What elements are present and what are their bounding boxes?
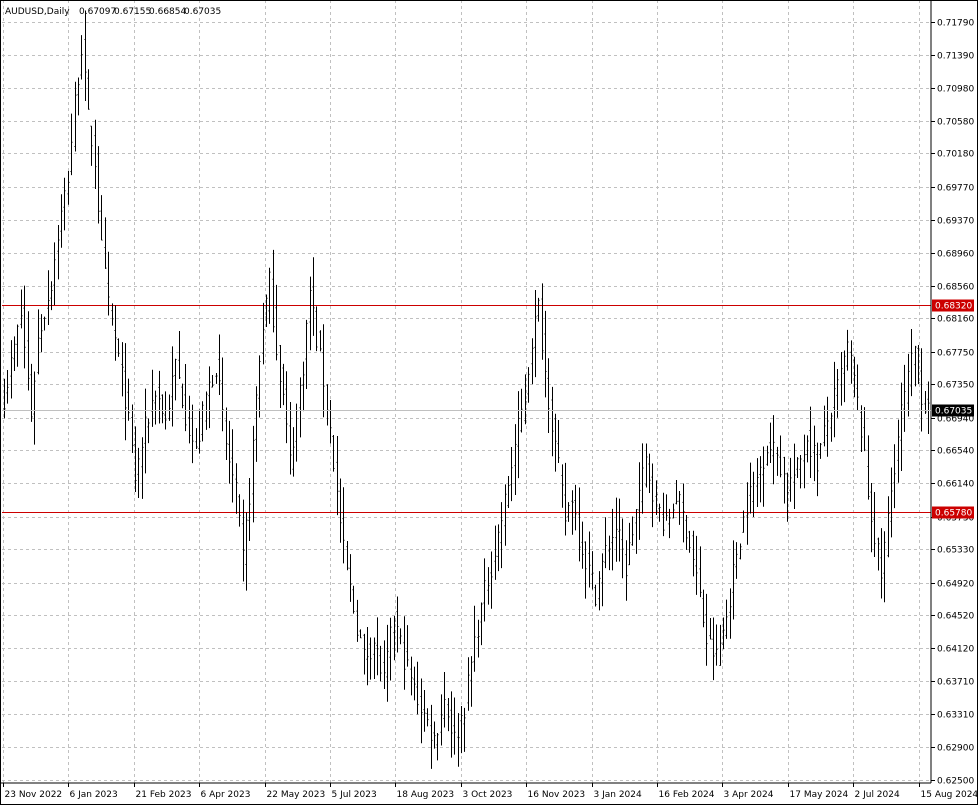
horizontal-line-label: 0.65780 bbox=[935, 509, 972, 519]
price-tick-label: 0.69770 bbox=[937, 184, 974, 194]
price-tick-label: 0.64120 bbox=[937, 645, 974, 655]
time-tick-label: 3 Jan 2024 bbox=[594, 790, 642, 800]
time-tick-label: 18 Aug 2023 bbox=[397, 790, 455, 800]
price-tick-label: 0.62500 bbox=[937, 777, 974, 787]
price-tick-label: 0.63310 bbox=[937, 711, 974, 721]
time-tick-label: 17 May 2024 bbox=[790, 790, 849, 800]
price-tick-label: 0.66540 bbox=[937, 447, 974, 457]
price-tick-label: 0.71390 bbox=[937, 52, 974, 62]
time-tick-label: 15 Aug 2024 bbox=[921, 790, 978, 800]
last-price-value: 0.67035 bbox=[935, 407, 972, 417]
time-tick-label: 16 Nov 2023 bbox=[528, 790, 586, 800]
time-tick-label: 22 May 2023 bbox=[267, 790, 326, 800]
time-tick-label: 16 Feb 2024 bbox=[659, 790, 715, 800]
horizontal-line-label: 0.68320 bbox=[935, 302, 972, 312]
price-tick-label: 0.65330 bbox=[937, 546, 974, 556]
symbol-label: AUDUSD,Daily bbox=[5, 7, 70, 17]
price-tick-label: 0.68160 bbox=[937, 315, 974, 325]
price-tick-label: 0.68960 bbox=[937, 250, 974, 260]
price-tick-label: 0.69370 bbox=[937, 217, 974, 227]
price-tick-label: 0.66140 bbox=[937, 480, 974, 490]
time-tick-label: 23 Nov 2022 bbox=[5, 790, 63, 800]
price-tick-label: 0.67750 bbox=[937, 349, 974, 359]
price-tick-label: 0.70180 bbox=[937, 150, 974, 160]
price-tick-label: 0.71790 bbox=[937, 19, 974, 29]
price-tick-label: 0.70980 bbox=[937, 85, 974, 95]
price-tick-label: 0.64520 bbox=[937, 612, 974, 622]
price-tick-label: 0.64920 bbox=[937, 580, 974, 590]
chart-background bbox=[0, 0, 978, 805]
ohlc-chart[interactable]: 0.71790 0.71390 0.70980 0.70580 0.70180 0.697… bbox=[0, 0, 978, 805]
price-tick-label: 0.67350 bbox=[937, 381, 974, 391]
price-tick-label: 0.70580 bbox=[937, 118, 974, 128]
time-tick-label: 2 Jul 2024 bbox=[855, 790, 900, 800]
time-tick-label: 3 Oct 2023 bbox=[463, 790, 513, 800]
time-tick-label: 3 Apr 2024 bbox=[724, 790, 774, 800]
ohlc-close: 0.67035 bbox=[184, 7, 221, 17]
time-tick-label: 21 Feb 2023 bbox=[136, 790, 192, 800]
time-tick-label: 5 Jul 2023 bbox=[332, 790, 377, 800]
price-tick-label: 0.63710 bbox=[937, 678, 974, 688]
ohlc-open: 0.67097 bbox=[79, 7, 116, 17]
price-tick-label: 0.68560 bbox=[937, 283, 974, 293]
time-tick-label: 6 Jan 2023 bbox=[70, 790, 118, 800]
ohlc-low: 0.66854 bbox=[149, 7, 186, 17]
price-tick-label: 0.62900 bbox=[937, 744, 974, 754]
time-tick-label: 6 Apr 2023 bbox=[201, 790, 251, 800]
chart-window[interactable]: 0.71790 0.71390 0.70980 0.70580 0.70180 0.697… bbox=[0, 0, 978, 805]
ohlc-high: 0.67155 bbox=[114, 7, 151, 17]
chart-header: AUDUSD,Daily 0.67097 0.67155 0.66854 0.6… bbox=[5, 7, 221, 17]
